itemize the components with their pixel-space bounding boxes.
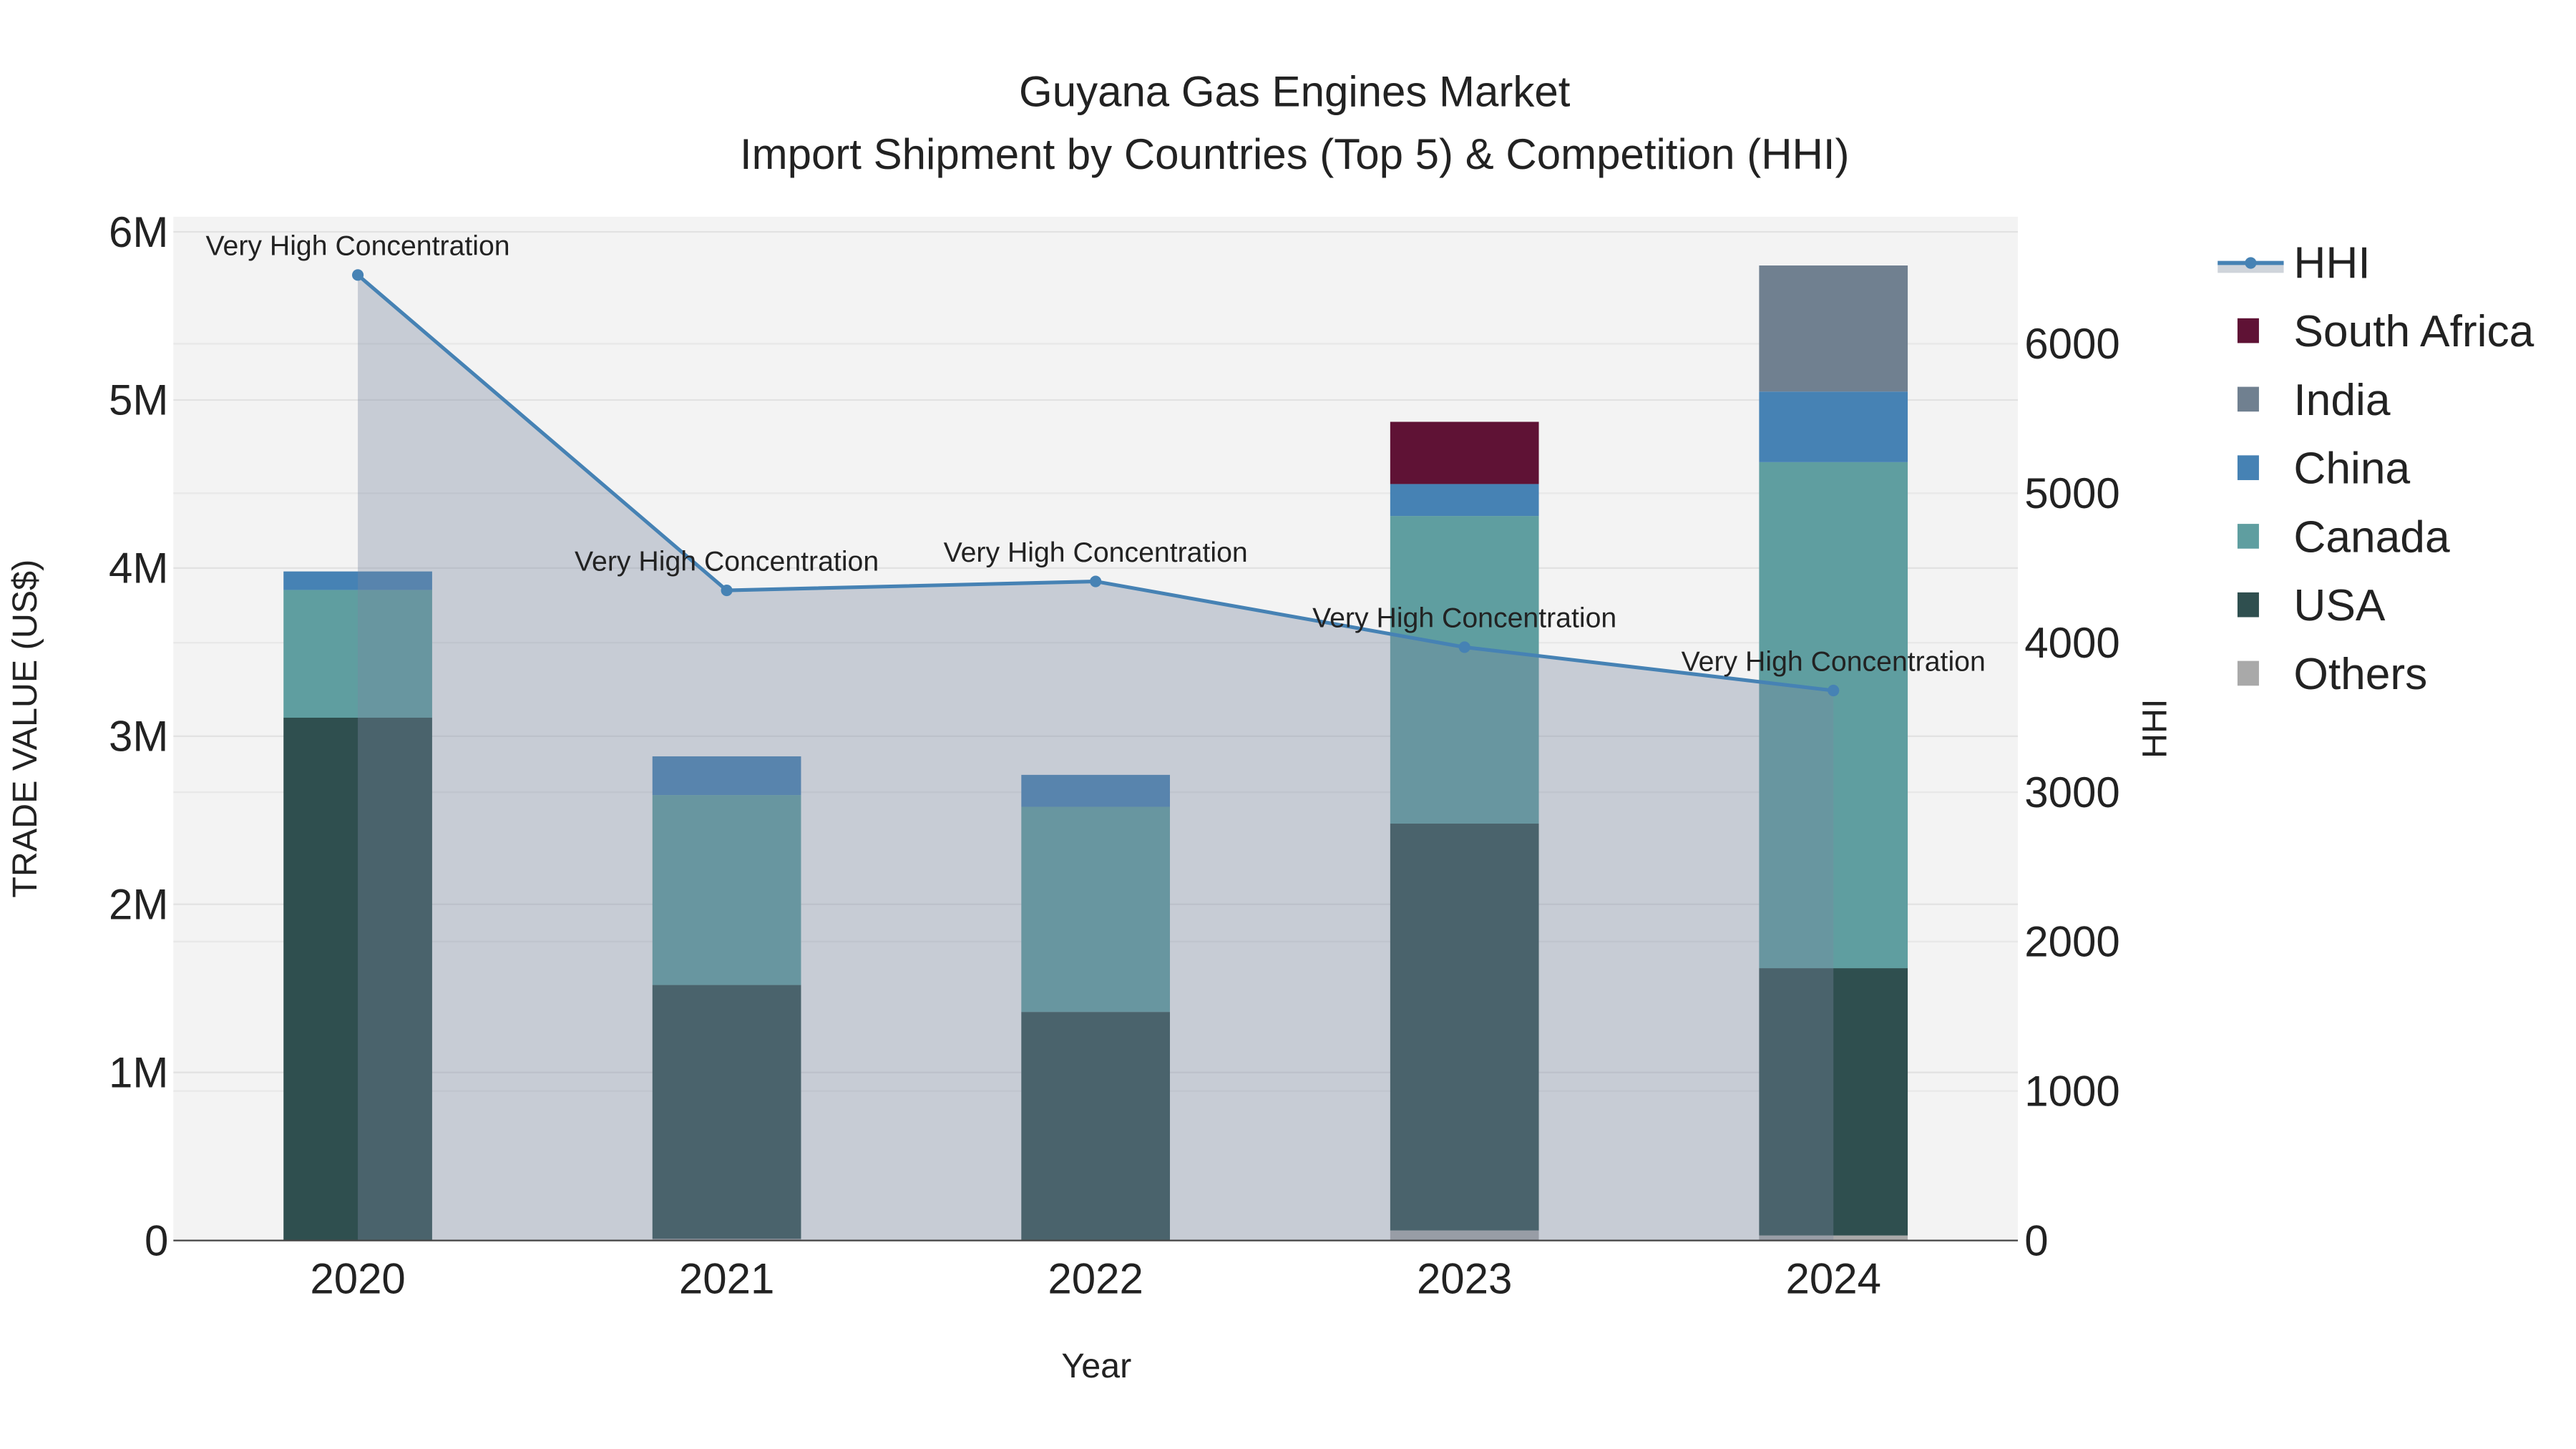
bar-south-africa-2023 — [1390, 421, 1539, 484]
legend-label-others: Others — [2293, 650, 2427, 699]
hhi-annotation: Very High Concentration — [1682, 645, 1986, 677]
legend-label-usa: USA — [2293, 581, 2386, 630]
y-tick-label: 5M — [109, 376, 168, 424]
hhi-annotation: Very High Concentration — [944, 537, 1248, 568]
legend-label-india: India — [2293, 376, 2390, 425]
y-axis-title: TRADE VALUE (US$) — [6, 560, 44, 898]
y-tick-label: 1M — [109, 1048, 168, 1096]
hhi-point-2020 — [352, 269, 364, 281]
x-tick-label: 2022 — [1048, 1255, 1143, 1303]
legend-hhi-marker-icon — [2245, 257, 2257, 269]
bar-china-2023 — [1390, 484, 1539, 517]
legend-label-canada: Canada — [2293, 512, 2450, 562]
chart-title: Guyana Gas Engines Market — [1019, 67, 1571, 115]
y2-tick-label: 3000 — [2024, 769, 2119, 816]
legend: HHI South Africa India China Canada USA Others — [2218, 238, 2534, 699]
hhi-annotation: Very High Concentration — [1312, 602, 1616, 634]
legend-swatch-others — [2237, 660, 2259, 686]
hhi-point-2021 — [721, 584, 733, 597]
hhi-point-2022 — [1090, 575, 1102, 587]
y2-tick-label: 0 — [2024, 1216, 2048, 1264]
y2-tick-label: 2000 — [2024, 918, 2119, 966]
legend-label-hhi: HHI — [2293, 238, 2370, 288]
y-tick-label: 4M — [109, 545, 168, 592]
legend-label-south-africa: South Africa — [2293, 307, 2534, 356]
y2-tick-label: 4000 — [2024, 619, 2119, 667]
hhi-annotation: Very High Concentration — [575, 545, 879, 577]
legend-swatch-canada — [2237, 524, 2259, 549]
x-tick-label: 2023 — [1417, 1255, 1512, 1303]
y2-tick-label: 1000 — [2024, 1068, 2119, 1116]
chart: Very High Concentration Very High Concent… — [6, 67, 2534, 1385]
y2-axis-title: HHI — [2136, 699, 2175, 758]
x-tick-label: 2024 — [1785, 1255, 1880, 1303]
legend-label-china: China — [2293, 444, 2410, 494]
legend-swatch-china — [2237, 455, 2259, 480]
y-tick-label: 6M — [109, 208, 168, 256]
legend-swatch-south-africa — [2237, 318, 2259, 343]
hhi-annotation: Very High Concentration — [206, 230, 510, 262]
x-axis-title: Year — [1061, 1347, 1131, 1385]
hhi-point-2024 — [1828, 684, 1840, 697]
legend-swatch-usa — [2237, 592, 2259, 618]
x-tick-label: 2020 — [310, 1255, 405, 1303]
y2-tick-label: 5000 — [2024, 469, 2119, 517]
legend-swatch-india — [2237, 386, 2259, 412]
x-tick-label: 2021 — [679, 1255, 774, 1303]
y-tick-label: 3M — [109, 713, 168, 761]
bar-india-2024 — [1759, 265, 1908, 392]
hhi-point-2023 — [1458, 641, 1470, 653]
bar-china-2024 — [1759, 391, 1908, 462]
y-tick-label: 2M — [109, 881, 168, 929]
y2-tick-label: 6000 — [2024, 320, 2119, 368]
y-tick-label: 0 — [145, 1216, 168, 1264]
chart-subtitle: Import Shipment by Countries (Top 5) & C… — [740, 130, 1850, 178]
